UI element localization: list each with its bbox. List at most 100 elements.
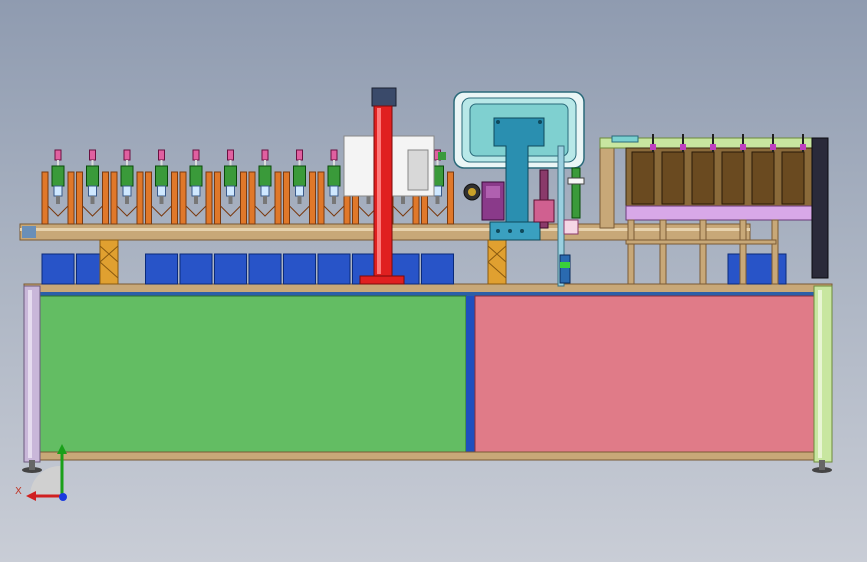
x-axis-label: X (15, 486, 22, 497)
motor-hub (468, 188, 476, 196)
station-fixture[interactable] (214, 149, 247, 225)
nozzle-tip (192, 149, 200, 161)
actuator-cylinder-2-band (560, 262, 570, 268)
bracket-right-arm (447, 171, 454, 225)
bolt-icon (520, 229, 524, 233)
station-fixture[interactable] (145, 149, 178, 225)
green-valve-stack (571, 167, 581, 219)
rack-leg-4 (739, 219, 747, 285)
valve-stem (435, 196, 440, 204)
base-top-rail-inner (24, 292, 832, 296)
blue-storage-box (248, 253, 282, 285)
cad-viewport[interactable]: X (0, 0, 867, 562)
blue-storage-box (145, 253, 178, 285)
nozzle-tip (158, 149, 165, 161)
z-axis-dot-icon (59, 493, 67, 501)
left-side-panel[interactable] (39, 295, 467, 453)
magazine-lower-band (625, 205, 813, 221)
valve-coupling (226, 185, 235, 197)
machine-base-frame[interactable] (22, 283, 833, 473)
bracket-gusset (116, 205, 138, 217)
valve-body (120, 165, 134, 187)
magazine-slot (781, 151, 805, 205)
actuator-cylinder-2 (559, 254, 571, 284)
rack-post-left (599, 137, 615, 229)
right-magazine-rack[interactable] (599, 134, 829, 285)
bolt-icon (496, 120, 500, 124)
valve-stem (90, 196, 95, 204)
electrical-cabinet[interactable] (343, 135, 446, 197)
bracket-gusset (289, 205, 310, 217)
right-foot-stem (819, 460, 825, 470)
motor-cap (486, 186, 500, 198)
station-fixture[interactable] (41, 149, 75, 225)
bolt-icon (496, 229, 500, 233)
station-fixture[interactable] (110, 149, 144, 225)
valve-coupling (433, 185, 442, 197)
valve-body (51, 165, 65, 187)
station-fixture[interactable] (248, 149, 282, 225)
station-fixture[interactable] (76, 149, 109, 225)
magazine-pin-cap (740, 144, 746, 150)
nozzle-stem (436, 160, 439, 166)
bolt-icon (538, 120, 542, 124)
valve-coupling (260, 185, 270, 197)
bracket-gusset (151, 205, 172, 217)
bracket-gusset (323, 205, 345, 217)
valve-body (224, 165, 237, 187)
bracket-gusset (220, 205, 241, 217)
right-side-panel[interactable] (474, 295, 815, 453)
column-highlight (377, 108, 381, 274)
servo-motor-unit[interactable] (463, 181, 505, 221)
magazine-slot (721, 151, 745, 205)
bracket-right-arm (309, 171, 316, 225)
blue-storage-box (421, 253, 454, 285)
blue-storage-box (214, 253, 247, 285)
rack-top-sensor (611, 135, 639, 143)
rack-post-right (811, 137, 829, 279)
rack-leg-1 (627, 219, 635, 285)
bracket-gusset (185, 205, 207, 217)
magazine-slot (751, 151, 775, 205)
valve-stem (366, 196, 371, 204)
bracket-left-arm (110, 171, 118, 225)
bracket-right-arm (205, 171, 213, 225)
nozzle-tip (89, 149, 96, 161)
left-foot-stem (29, 460, 35, 470)
bracket-left-arm (283, 171, 290, 225)
right-leg-highlight (818, 290, 822, 458)
blue-storage-box (41, 253, 75, 285)
blue-storage-box (317, 253, 351, 285)
bracket-gusset (392, 205, 414, 217)
valve-coupling (191, 185, 201, 197)
valve-body (155, 165, 168, 187)
nozzle-stem (126, 160, 128, 166)
cabinet-side-module (407, 149, 429, 191)
bracket-right-arm (171, 171, 178, 225)
nozzle-stem (195, 160, 197, 166)
bracket-right-arm (67, 171, 75, 225)
column-top-cap (371, 87, 397, 107)
column-body (373, 105, 393, 277)
rack-crossbar (625, 239, 777, 245)
actuator-body-1 (533, 199, 555, 223)
valve-body (189, 165, 203, 187)
magazine-pin-cap (770, 144, 776, 150)
magazine-slot (691, 151, 715, 205)
bracket-gusset (47, 205, 69, 217)
nozzle-tip (330, 149, 338, 161)
nozzle-stem (298, 160, 301, 166)
nozzle-stem (229, 160, 232, 166)
valve-coupling (329, 185, 339, 197)
valve-stem (332, 196, 336, 204)
valve-stem (297, 196, 302, 204)
bracket-left-arm (145, 171, 152, 225)
valve-body (293, 165, 306, 187)
bracket-left-arm (248, 171, 256, 225)
valve-coupling (122, 185, 132, 197)
bracket-right-arm (240, 171, 247, 225)
station-fixture[interactable] (179, 149, 213, 225)
station-fixture[interactable] (283, 149, 316, 225)
bracket-gusset (254, 205, 276, 217)
magazine-pin-cap (710, 144, 716, 150)
